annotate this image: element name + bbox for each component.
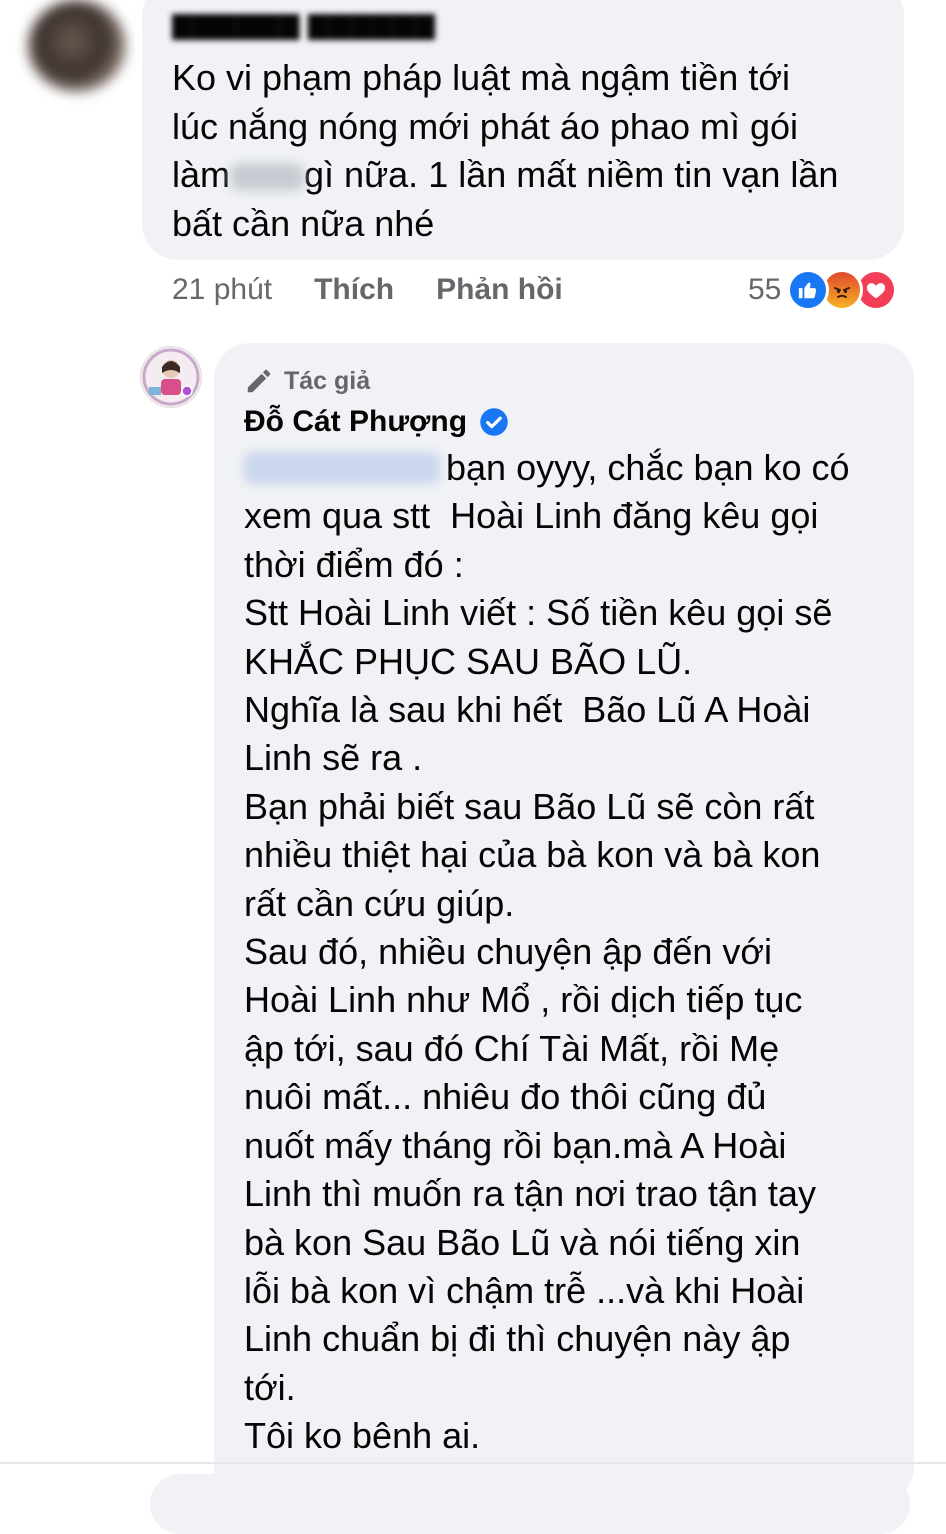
author-badge-label: Tác giả xyxy=(284,366,371,395)
reply-text-line: Hoài Linh như Mổ , rồi dịch tiếp tục xyxy=(244,979,803,1021)
commenter-name-blurred[interactable]: ██████ ██████ xyxy=(172,14,435,40)
reply-text-line: Bạn phải biết sau Bão Lũ sẽ còn rất xyxy=(244,785,815,827)
reply-text-line: bà kon Sau Bão Lũ và nói tiếng xin xyxy=(244,1221,801,1263)
author-avatar[interactable] xyxy=(140,346,202,408)
reply-text-line: Tôi ko bênh ai. xyxy=(244,1415,481,1457)
comment-timestamp[interactable]: 21 phút xyxy=(172,273,272,307)
redacted-word xyxy=(230,163,305,191)
reply-text-line: lỗi bà kon vì chậm trễ ...và khi Hoài xyxy=(244,1269,805,1311)
like-button[interactable]: Thích xyxy=(314,273,394,307)
reply-text-line: Sau đó, nhiều chuyện ập đến với xyxy=(244,931,772,973)
reply-text-line: ập tới, sau đó Chí Tài Mất, rồi Mẹ xyxy=(244,1027,780,1069)
reaction-count: 55 xyxy=(748,273,782,306)
reply-text-line: xem qua stt Hoài Linh đăng kêu gọi xyxy=(244,495,819,537)
reply-text-line: nuốt mấy tháng rồi bạn.mà A Hoài xyxy=(244,1124,787,1166)
redacted-mention[interactable] xyxy=(244,452,440,484)
reply-text-line: KHẮC PHỤC SAU BÃO LŨ. xyxy=(244,640,693,682)
reply-text-line: Linh chuẩn bị đi thì chuyện này ập xyxy=(244,1318,791,1360)
reply-text-line: Linh thì muốn ra tận nơi trao tận tay xyxy=(244,1173,816,1215)
like-icon xyxy=(787,269,830,311)
reply-text-line: Linh sẽ ra . xyxy=(244,737,423,779)
reply-text-line: tới. xyxy=(244,1366,296,1408)
reply-first-line: bạn oyyy, chắc bạn ko có xyxy=(446,447,850,488)
reply-text: bạn oyyy, chắc bạn ko có xem qua stt Hoà… xyxy=(244,444,904,1461)
reply-text-line: rất cần cứu giúp. xyxy=(244,882,515,924)
reply-text-line: Nghĩa là sau khi hết Bão Lũ A Hoài xyxy=(244,689,811,731)
reply-text-line: thời điểm đó : xyxy=(244,543,464,585)
reply-text-line: nhiều thiệt hại của bà kon và bà kon xyxy=(244,834,821,876)
comment-actions: 21 phút Thích Phản hồi xyxy=(172,268,605,312)
reply-text-line: bạn oyyy, chắc bạn ko có xyxy=(244,444,904,492)
next-comment-bubble xyxy=(150,1474,910,1534)
author-name-row: Đỗ Cát Phượng xyxy=(244,402,509,442)
comment-text: Ko vi phạm pháp luật mà ngậm tiền tới lú… xyxy=(172,54,892,248)
author-badge: Tác giả xyxy=(244,364,370,398)
reply-text-line: Stt Hoài Linh viết : Số tiền kêu gọi sẽ xyxy=(244,592,833,634)
author-name[interactable]: Đỗ Cát Phượng xyxy=(244,405,467,439)
pen-icon xyxy=(247,369,271,393)
reactions-summary[interactable]: 55 xyxy=(748,268,898,312)
screenshot-cutoff-divider xyxy=(0,1462,946,1464)
commenter-avatar-blurred[interactable] xyxy=(28,0,126,92)
reply-text-line: nuôi mất... nhiêu đo thôi cũng đủ xyxy=(244,1076,767,1118)
reply-button[interactable]: Phản hồi xyxy=(436,273,563,307)
verified-badge-icon xyxy=(480,408,508,436)
